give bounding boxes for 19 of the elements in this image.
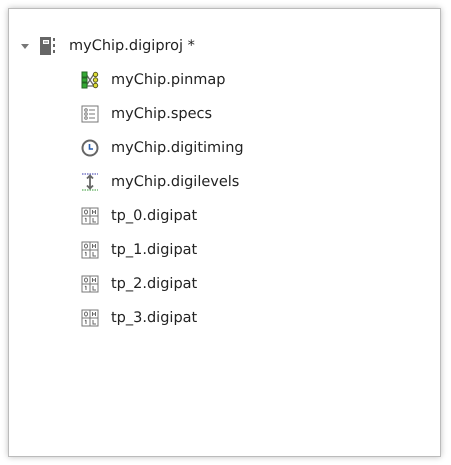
pattern-grid-icon <box>81 241 99 259</box>
tree-item[interactable]: myChip.specs <box>111 106 212 122</box>
tree-item[interactable]: myChip.pinmap <box>111 72 226 88</box>
tree-item[interactable]: myChip.digiproj * <box>69 38 195 54</box>
tree-item[interactable]: myChip.digilevels <box>111 174 240 190</box>
tree-item[interactable]: tp_0.digipat <box>111 208 198 224</box>
list-icon <box>81 105 99 123</box>
pattern-grid-icon <box>81 309 99 327</box>
tree-item[interactable]: tp_2.digipat <box>111 276 198 292</box>
pattern-grid-icon <box>81 207 99 225</box>
notebook-icon <box>39 36 57 56</box>
level-arrow-icon <box>81 172 99 192</box>
tree-item[interactable]: tp_1.digipat <box>111 242 198 258</box>
clock-icon <box>81 139 99 157</box>
tree-item[interactable]: myChip.digitiming <box>111 140 244 156</box>
pattern-grid-icon <box>81 275 99 293</box>
pin-map-icon <box>81 71 99 89</box>
tree-item[interactable]: tp_3.digipat <box>111 310 198 326</box>
expand-arrow-icon[interactable] <box>20 41 30 51</box>
